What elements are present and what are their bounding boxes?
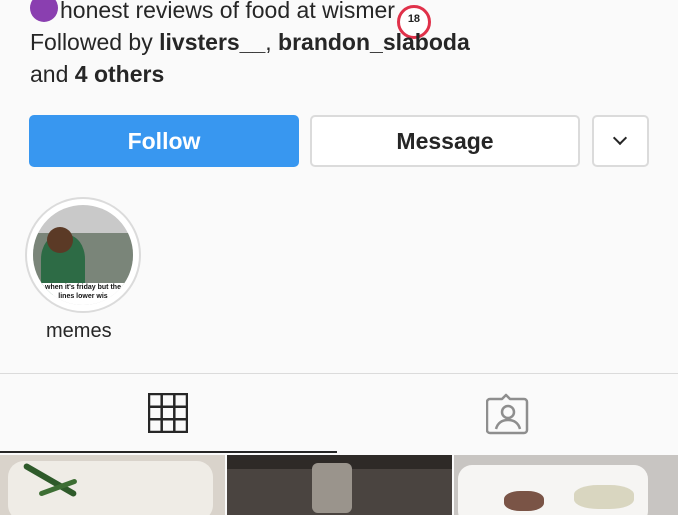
- followed-by-prefix: Followed by: [30, 29, 153, 55]
- post-thumbnail[interactable]: [227, 455, 452, 515]
- suggested-accounts-button[interactable]: [592, 115, 649, 167]
- follower-link-2[interactable]: brandon_slaboda: [278, 29, 470, 55]
- follower-link-1[interactable]: livsters__: [159, 29, 265, 55]
- devil-emoji-icon: [30, 0, 58, 22]
- followed-by-others: and 4 others: [30, 58, 164, 90]
- bio-text: honest reviews of food at wismer: [60, 0, 395, 23]
- active-tab-indicator: [0, 451, 337, 453]
- grid-icon[interactable]: [148, 393, 188, 433]
- story-highlight-thumbnail: when it's friday but the lines lower wis: [33, 205, 133, 305]
- others-prefix: and: [30, 61, 69, 87]
- followed-by: Followed by livsters__, brandon_slaboda: [30, 29, 470, 55]
- post-thumbnail[interactable]: [0, 455, 225, 515]
- tagged-person-icon[interactable]: [486, 393, 530, 435]
- story-highlight-memes[interactable]: when it's friday but the lines lower wis: [25, 197, 141, 313]
- follow-button[interactable]: Follow: [29, 115, 299, 167]
- story-thumbnail-caption: when it's friday but the lines lower wis: [37, 283, 129, 305]
- tab-divider: [0, 373, 678, 374]
- post-thumbnail[interactable]: [454, 455, 678, 515]
- others-link[interactable]: 4 others: [75, 61, 164, 87]
- story-highlight-label: memes: [46, 320, 112, 342]
- message-button[interactable]: Message: [310, 115, 580, 167]
- chevron-down-icon: [612, 130, 628, 146]
